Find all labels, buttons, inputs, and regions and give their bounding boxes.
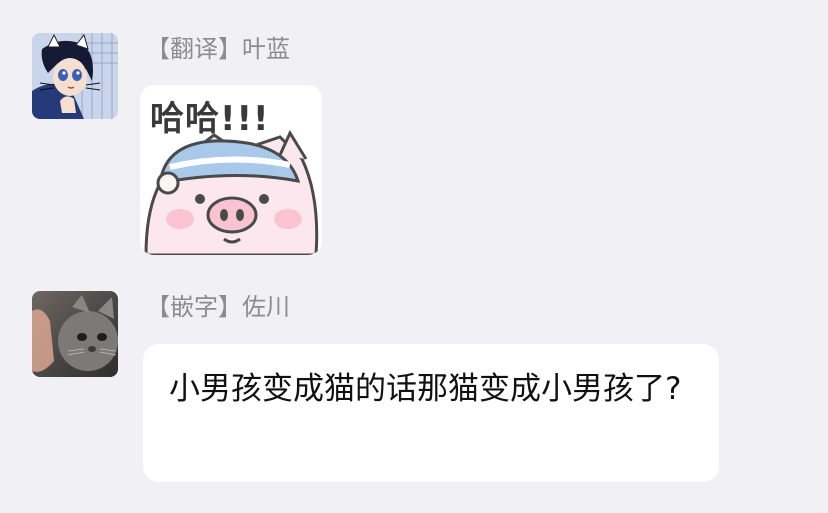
avatar[interactable]	[32, 291, 118, 377]
grey-cat-avatar-icon	[32, 291, 118, 377]
chat-message: 【嵌字】佐川 小男孩变成猫的话那猫变成小男孩了?	[0, 0, 828, 513]
sender-name: 【嵌字】佐川	[146, 293, 290, 321]
message-bubble[interactable]: 小男孩变成猫的话那猫变成小男孩了?	[143, 344, 719, 482]
